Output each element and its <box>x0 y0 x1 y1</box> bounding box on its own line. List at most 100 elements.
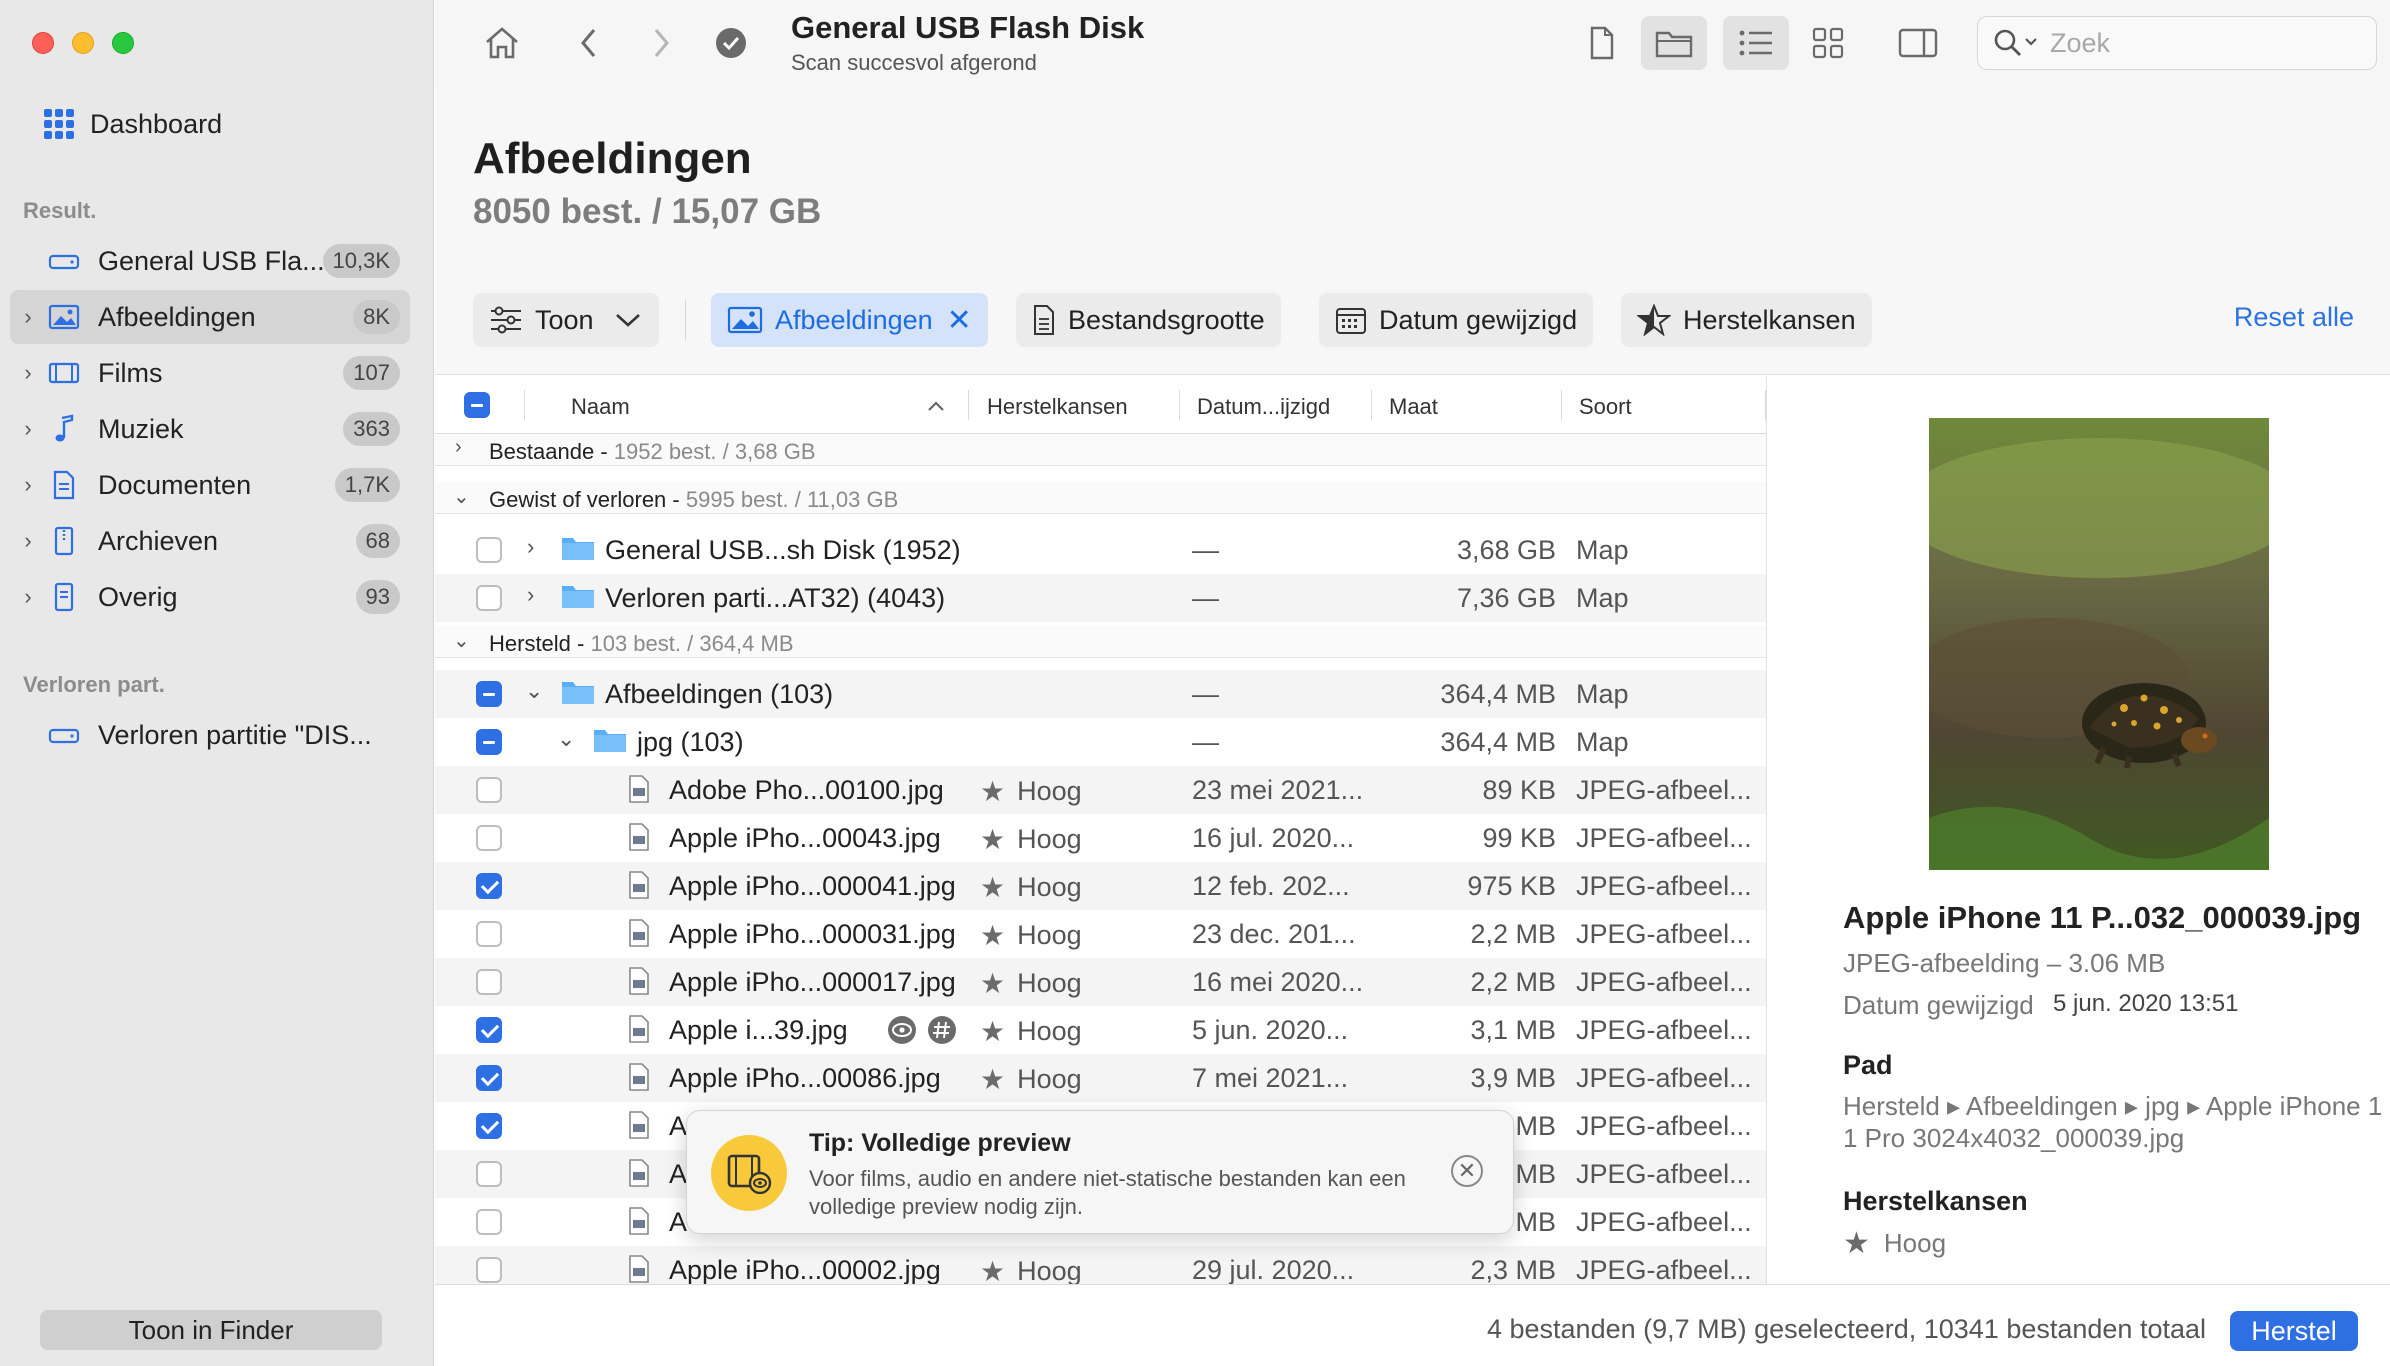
row-name: A <box>669 1207 688 1237</box>
table-row[interactable]: Apple i...39.jpg ★ Hoog 5 jun. 2020... 3,… <box>435 1006 1766 1054</box>
group-recovered[interactable]: ⌄ Hersteld - 103 best. / 364,4 MB <box>435 626 1766 658</box>
forward-button[interactable] <box>639 16 683 70</box>
row-checkbox[interactable] <box>476 777 502 803</box>
folder-icon <box>1655 31 1693 58</box>
table-row[interactable]: ⌄ jpg (103) — 364,4 MB Map <box>435 718 1766 766</box>
toggle-preview-button[interactable] <box>1885 16 1951 70</box>
row-checkbox[interactable] <box>476 729 502 755</box>
table-row[interactable]: Apple iPho...000041.jpg ★ Hoog 12 feb. 20… <box>435 862 1766 910</box>
row-checkbox[interactable] <box>476 873 502 899</box>
sidebar-item-lost-partition[interactable]: Verloren partitie "DIS... <box>10 708 410 762</box>
chevron-down-icon[interactable]: ⌄ <box>557 726 575 752</box>
back-button[interactable] <box>567 16 611 70</box>
zoom-window-button[interactable] <box>112 32 134 54</box>
preview-file-type: JPEG-afbeelding – 3.06 MB <box>1843 948 2166 978</box>
row-checkbox[interactable] <box>476 681 502 707</box>
row-checkbox[interactable] <box>476 825 502 851</box>
row-name: jpg (103) <box>637 727 744 757</box>
column-size-header[interactable]: Maat <box>1389 394 1438 420</box>
table-row[interactable]: Adobe Pho...00100.jpg ★ Hoog 23 mei 2021.… <box>435 766 1766 814</box>
chevron-down-icon[interactable]: ⌄ <box>525 678 543 704</box>
column-recovery-header[interactable]: Herstelkansen <box>987 394 1128 420</box>
column-name-header[interactable]: Naam <box>571 394 630 420</box>
file-size-filter-chip[interactable]: Bestandsgrootte <box>1016 293 1281 347</box>
group-existing[interactable]: › Bestaande - 1952 best. / 3,68 GB <box>435 434 1766 466</box>
search-input[interactable] <box>2050 27 2350 59</box>
column-date-header[interactable]: Datum...ijzigd <box>1197 394 1330 420</box>
window-title: General USB Flash Disk <box>791 10 1145 45</box>
sidebar-item-other[interactable]: › Overig 93 <box>10 570 410 624</box>
row-checkbox[interactable] <box>476 1065 502 1091</box>
column-kind-header[interactable]: Soort <box>1579 394 1632 420</box>
chevron-right-icon[interactable]: › <box>10 584 46 610</box>
chevron-right-icon[interactable]: › <box>10 472 46 498</box>
chevron-down-icon[interactable]: ⌄ <box>453 628 470 653</box>
close-window-button[interactable] <box>32 32 54 54</box>
row-checkbox[interactable] <box>476 537 502 563</box>
tip-close-button[interactable]: ✕ <box>1451 1155 1483 1187</box>
row-checkbox[interactable] <box>476 921 502 947</box>
remove-filter-icon[interactable]: ✕ <box>947 303 972 338</box>
row-checkbox[interactable] <box>476 585 502 611</box>
chevron-right-icon[interactable]: › <box>10 528 46 554</box>
table-row[interactable]: ⌄ Afbeeldingen (103) — 364,4 MB Map <box>435 670 1766 718</box>
star-icon: ★ <box>980 776 1006 807</box>
file-view-button[interactable] <box>1569 16 1635 70</box>
home-button[interactable] <box>475 16 529 70</box>
row-checkbox[interactable] <box>476 1209 502 1235</box>
sidebar-item-films[interactable]: › Films 107 <box>10 346 410 400</box>
chevron-right-icon[interactable]: › <box>455 436 462 459</box>
minimize-window-button[interactable] <box>72 32 94 54</box>
sidebar-item-archives[interactable]: › Archieven 68 <box>10 514 410 568</box>
row-checkbox[interactable] <box>476 969 502 995</box>
images-filter-label: Afbeeldingen <box>775 304 933 335</box>
chevron-right-icon[interactable]: › <box>527 534 534 560</box>
date-modified-filter-chip[interactable]: Datum gewijzigd <box>1319 293 1594 347</box>
quick-look-eye-icon[interactable] <box>887 1015 917 1052</box>
row-size: 3,68 GB <box>1456 535 1556 565</box>
sidebar-dashboard[interactable]: Dashboard <box>44 104 222 144</box>
table-row[interactable]: Apple iPho...00086.jpg ★ Hoog 7 mei 2021.… <box>435 1054 1766 1102</box>
chevron-right-icon[interactable]: › <box>10 416 46 442</box>
row-checkbox[interactable] <box>476 1113 502 1139</box>
row-recovery: Hoog <box>1017 824 1082 854</box>
chevron-down-icon[interactable]: ⌄ <box>453 484 470 509</box>
group-deleted[interactable]: ⌄ Gewist of verloren - 5995 best. / 11,0… <box>435 482 1766 514</box>
sort-ascending-icon[interactable] <box>927 392 945 418</box>
reset-all-link[interactable]: Reset alle <box>2234 302 2354 333</box>
recovery-chances-filter-chip[interactable]: Herstelkansen <box>1621 293 1872 347</box>
recover-button[interactable]: Herstel <box>2230 1311 2358 1351</box>
table-row[interactable]: Apple iPho...00002.jpg ★ Hoog 29 jul. 202… <box>435 1246 1766 1284</box>
folder-view-button[interactable] <box>1641 16 1707 70</box>
star-icon: ★ <box>980 872 1006 903</box>
sidebar-item-usb-disk[interactable]: General USB Fla... 10,3K <box>10 234 410 288</box>
grid-view-button[interactable] <box>1795 16 1861 70</box>
chevron-right-icon[interactable]: › <box>10 360 46 386</box>
folder-icon <box>561 534 595 569</box>
chevron-right-icon[interactable]: › <box>527 582 534 608</box>
row-size: 7,36 GB <box>1456 583 1556 613</box>
show-filter-dropdown[interactable]: Toon <box>473 293 659 347</box>
sliders-icon <box>489 305 523 335</box>
table-row[interactable]: Apple iPho...00043.jpg ★ Hoog 16 jul. 202… <box>435 814 1766 862</box>
sidebar-item-images[interactable]: › Afbeeldingen 8K <box>10 290 410 344</box>
table-row[interactable]: › General USB...sh Disk (1952) — 3,68 GB… <box>435 526 1766 574</box>
scan-status-button[interactable] <box>709 16 753 70</box>
star-icon: ★ <box>980 920 1006 951</box>
sidebar-item-documents[interactable]: › Documenten 1,7K <box>10 458 410 512</box>
hashtag-icon[interactable] <box>927 1015 957 1052</box>
table-row[interactable]: Apple iPho...000017.jpg ★ Hoog 16 mei 202… <box>435 958 1766 1006</box>
select-all-checkbox[interactable] <box>464 392 490 418</box>
row-size: 2,3 MB <box>1470 1255 1556 1284</box>
show-in-finder-button[interactable]: Toon in Finder <box>40 1310 382 1350</box>
search-field[interactable] <box>1977 16 2377 70</box>
row-checkbox[interactable] <box>476 1017 502 1043</box>
row-checkbox[interactable] <box>476 1257 502 1283</box>
table-row[interactable]: Apple iPho...000031.jpg ★ Hoog 23 dec. 20… <box>435 910 1766 958</box>
table-row[interactable]: › Verloren parti...AT32) (4043) — 7,36 G… <box>435 574 1766 622</box>
sidebar-item-music[interactable]: › Muziek 363 <box>10 402 410 456</box>
list-view-button[interactable] <box>1723 16 1789 70</box>
chevron-right-icon[interactable]: › <box>10 304 46 330</box>
row-checkbox[interactable] <box>476 1161 502 1187</box>
images-filter-chip[interactable]: Afbeeldingen ✕ <box>711 293 988 347</box>
